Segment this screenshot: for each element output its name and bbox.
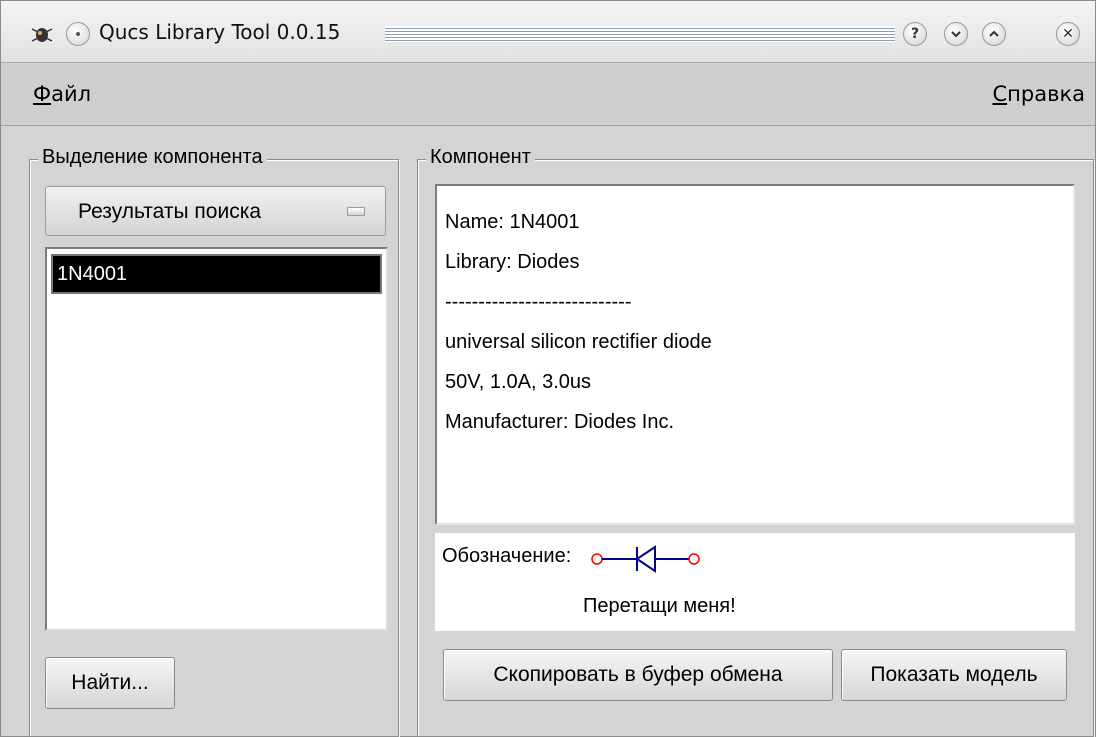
menu-help-mnemonic: С [992,82,1008,106]
component-details[interactable]: Name: 1N4001 Library: Diodes -----------… [435,184,1075,525]
detail-line: ---------------------------- [445,291,632,313]
title-bar[interactable]: Qucs Library Tool 0.0.15 ? [1,1,1095,63]
list-item[interactable]: 1N4001 [51,254,382,294]
library-combobox[interactable]: Результаты поиска [45,186,386,236]
menu-file-label: айл [51,82,92,106]
chevron-down-icon [951,31,961,38]
close-button[interactable] [1056,22,1080,46]
menu-file[interactable]: Файл [33,82,91,106]
library-combobox-value: Результаты поиска [78,200,262,223]
combobox-indicator-icon [347,207,365,216]
show-model-button[interactable]: Показать модель [841,649,1067,701]
menu-file-mnemonic: Ф [33,82,52,106]
menu-help-label: правка [1007,82,1085,106]
detail-line: Library: Diodes [445,251,580,273]
component-selection-title: Выделение компонента [38,146,267,169]
search-button[interactable]: Найти... [45,657,175,709]
minimize-button[interactable] [944,22,968,46]
maximize-button[interactable] [982,22,1006,46]
detail-line: universal silicon rectifier diode [445,331,712,353]
chevron-up-icon [989,30,999,37]
title-bar-decoration [385,26,895,42]
window-menu-button[interactable] [66,22,90,46]
main-window: Qucs Library Tool 0.0.15 ? Файл Справка … [0,0,1096,737]
symbol-label: Обозначение: [442,545,572,567]
diode-symbol-icon[interactable] [589,539,749,579]
app-icon[interactable] [29,23,55,47]
detail-line: 50V, 1.0A, 3.0us [445,371,592,393]
copy-to-clipboard-button[interactable]: Скопировать в буфер обмена [443,649,833,701]
symbol-area[interactable]: Обозначение: Перетащи меня! [435,533,1075,631]
detail-line: Manufacturer: Diodes Inc. [445,411,674,433]
component-list[interactable]: 1N4001 [45,247,388,631]
window-title: Qucs Library Tool 0.0.15 [99,20,341,44]
menu-bar: Файл Справка [1,64,1095,126]
component-group-title: Компонент [426,146,535,169]
menu-help[interactable]: Справка [992,82,1085,106]
help-button[interactable]: ? [903,22,927,46]
detail-line: Name: 1N4001 [445,211,580,233]
drag-hint: Перетащи меня! [583,595,736,617]
